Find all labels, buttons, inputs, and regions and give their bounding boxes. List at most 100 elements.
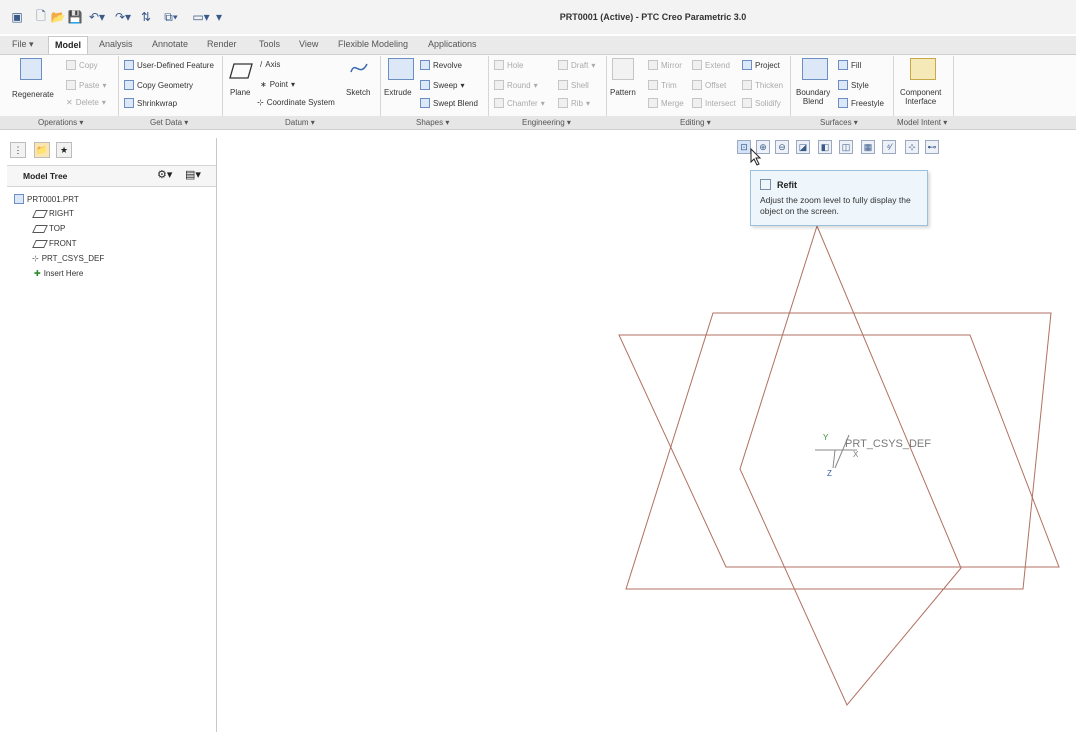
sketch-icon[interactable] bbox=[348, 58, 370, 80]
trim-button[interactable]: Trim bbox=[648, 80, 677, 90]
hole-button[interactable]: Hole bbox=[494, 60, 523, 70]
copy-button[interactable]: Copy bbox=[66, 60, 98, 70]
point-button[interactable]: ∗ Point ▾ bbox=[260, 80, 295, 89]
group-get-data[interactable]: Get Data ▾ bbox=[150, 118, 188, 127]
component-interface-button[interactable]: Component Interface bbox=[900, 88, 941, 106]
tab-file[interactable]: File ▾ bbox=[12, 39, 34, 50]
insert-arrow-icon: ✚ bbox=[34, 269, 41, 278]
pattern-button[interactable]: Pattern bbox=[610, 88, 636, 97]
tab-applications[interactable]: Applications bbox=[428, 39, 477, 49]
datum-plane-top bbox=[618, 334, 1060, 568]
paste-button[interactable]: Paste ▾ bbox=[66, 80, 106, 90]
tree-show-icon[interactable]: ▤▾ bbox=[185, 168, 201, 181]
axis-button[interactable]: / Axis bbox=[260, 60, 280, 69]
tree-item-csys[interactable]: ⊹ PRT_CSYS_DEF bbox=[32, 254, 104, 263]
trim-icon bbox=[648, 80, 658, 90]
style-button[interactable]: Style bbox=[838, 80, 869, 90]
regenerate-icon[interactable] bbox=[20, 58, 42, 80]
mirror-button[interactable]: Mirror bbox=[648, 60, 682, 70]
shell-button[interactable]: Shell bbox=[558, 80, 589, 90]
group-operations[interactable]: Operations ▾ bbox=[38, 118, 83, 127]
tree-item-insert-here[interactable]: ✚ Insert Here bbox=[34, 269, 83, 278]
group-datum[interactable]: Datum ▾ bbox=[285, 118, 315, 127]
mouse-cursor-icon bbox=[750, 148, 762, 166]
component-interface-icon[interactable] bbox=[910, 58, 936, 80]
extend-button[interactable]: Extend bbox=[692, 60, 730, 70]
boundary-blend-icon[interactable] bbox=[802, 58, 828, 80]
sketch-button[interactable]: Sketch bbox=[346, 88, 370, 97]
group-engineering[interactable]: Engineering ▾ bbox=[522, 118, 571, 127]
graphics-area[interactable]: Y X Z PRT_CSYS_DEF bbox=[217, 130, 1076, 732]
paste-icon bbox=[66, 80, 76, 90]
round-icon bbox=[494, 80, 504, 90]
fill-icon bbox=[838, 60, 848, 70]
tab-annotate[interactable]: Annotate bbox=[152, 39, 188, 49]
coordinate-system-button[interactable]: ⊹ Coordinate System bbox=[257, 98, 335, 107]
plane-icon[interactable] bbox=[228, 60, 254, 82]
revolve-button[interactable]: Revolve bbox=[420, 60, 462, 70]
hole-icon bbox=[494, 60, 504, 70]
group-editing[interactable]: Editing ▾ bbox=[680, 118, 711, 127]
project-icon bbox=[742, 60, 752, 70]
copy-geometry-button[interactable]: Copy Geometry bbox=[124, 80, 193, 90]
solidify-icon bbox=[742, 98, 752, 108]
thicken-icon bbox=[742, 80, 752, 90]
datum-plane-icon bbox=[32, 209, 48, 218]
tree-item-part[interactable]: PRT0001.PRT bbox=[14, 194, 79, 204]
round-button[interactable]: Round ▾ bbox=[494, 80, 538, 90]
refit-tooltip: Refit Adjust the zoom level to fully dis… bbox=[750, 170, 928, 226]
ribbon-group-bar: Operations ▾ Get Data ▾ Datum ▾ Shapes ▾… bbox=[0, 116, 1076, 130]
merge-button[interactable]: Merge bbox=[648, 98, 684, 108]
delete-button[interactable]: ✕ Delete ▾ bbox=[66, 98, 106, 107]
folder-browser-tab-icon[interactable]: 📁 bbox=[34, 142, 50, 158]
intersect-button[interactable]: Intersect bbox=[692, 98, 736, 108]
extrude-icon[interactable] bbox=[388, 58, 414, 80]
ribbon-tabs: File ▾ Model Analysis Annotate Render To… bbox=[0, 36, 1076, 54]
fill-button[interactable]: Fill bbox=[838, 60, 861, 70]
user-defined-feature-button[interactable]: User-Defined Feature bbox=[124, 60, 214, 70]
project-button[interactable]: Project bbox=[742, 60, 780, 70]
freestyle-button[interactable]: Freestyle bbox=[838, 98, 884, 108]
chamfer-button[interactable]: Chamfer ▾ bbox=[494, 98, 545, 108]
shrinkwrap-button[interactable]: Shrinkwrap bbox=[124, 98, 177, 108]
model-tree-tab-icon[interactable]: ⋮ bbox=[10, 142, 26, 158]
rib-button[interactable]: Rib ▾ bbox=[558, 98, 590, 108]
draft-icon bbox=[558, 60, 568, 70]
csys-y-label: Y bbox=[823, 433, 829, 442]
datum-plane-front bbox=[625, 312, 1052, 590]
favorites-tab-icon[interactable]: ★ bbox=[56, 142, 72, 158]
tab-flexible-modeling[interactable]: Flexible Modeling bbox=[338, 39, 408, 49]
tab-tools[interactable]: Tools bbox=[259, 39, 280, 49]
tree-settings-icon[interactable]: ⚙▾ bbox=[157, 168, 172, 181]
swept-blend-icon bbox=[420, 98, 430, 108]
group-surfaces[interactable]: Surfaces ▾ bbox=[820, 118, 858, 127]
model-tree-header: Model Tree ⚙▾ ▤▾ bbox=[7, 165, 216, 187]
csys-label[interactable]: PRT_CSYS_DEF bbox=[845, 438, 931, 450]
boundary-blend-button[interactable]: Boundary Blend bbox=[796, 88, 830, 106]
extrude-button[interactable]: Extrude bbox=[384, 88, 412, 97]
draft-button[interactable]: Draft ▾ bbox=[558, 60, 595, 70]
plane-button[interactable]: Plane bbox=[230, 88, 250, 97]
regenerate-button[interactable]: Regenerate bbox=[12, 90, 54, 99]
tree-item-right[interactable]: RIGHT bbox=[32, 209, 74, 218]
datum-planes bbox=[618, 224, 1060, 706]
group-model-intent[interactable]: Model Intent ▾ bbox=[897, 118, 947, 127]
offset-button[interactable]: Offset bbox=[692, 80, 726, 90]
tab-model[interactable]: Model bbox=[48, 36, 88, 54]
pattern-icon[interactable] bbox=[612, 58, 634, 80]
thicken-button[interactable]: Thicken bbox=[742, 80, 783, 90]
tree-item-top[interactable]: TOP bbox=[32, 224, 65, 233]
shrinkwrap-icon bbox=[124, 98, 134, 108]
refit-tooltip-icon bbox=[760, 179, 771, 190]
solidify-button[interactable]: Solidify bbox=[742, 98, 781, 108]
tooltip-title: Refit bbox=[777, 180, 797, 190]
tree-item-front[interactable]: FRONT bbox=[32, 239, 77, 248]
swept-blend-button[interactable]: Swept Blend bbox=[420, 98, 478, 108]
tab-render[interactable]: Render bbox=[207, 39, 237, 49]
tab-analysis[interactable]: Analysis bbox=[99, 39, 133, 49]
copy-geometry-icon bbox=[124, 80, 134, 90]
sweep-button[interactable]: Sweep ▾ bbox=[420, 80, 464, 90]
tab-view[interactable]: View bbox=[299, 39, 318, 49]
axis-icon: / bbox=[260, 60, 263, 69]
group-shapes[interactable]: Shapes ▾ bbox=[416, 118, 449, 127]
